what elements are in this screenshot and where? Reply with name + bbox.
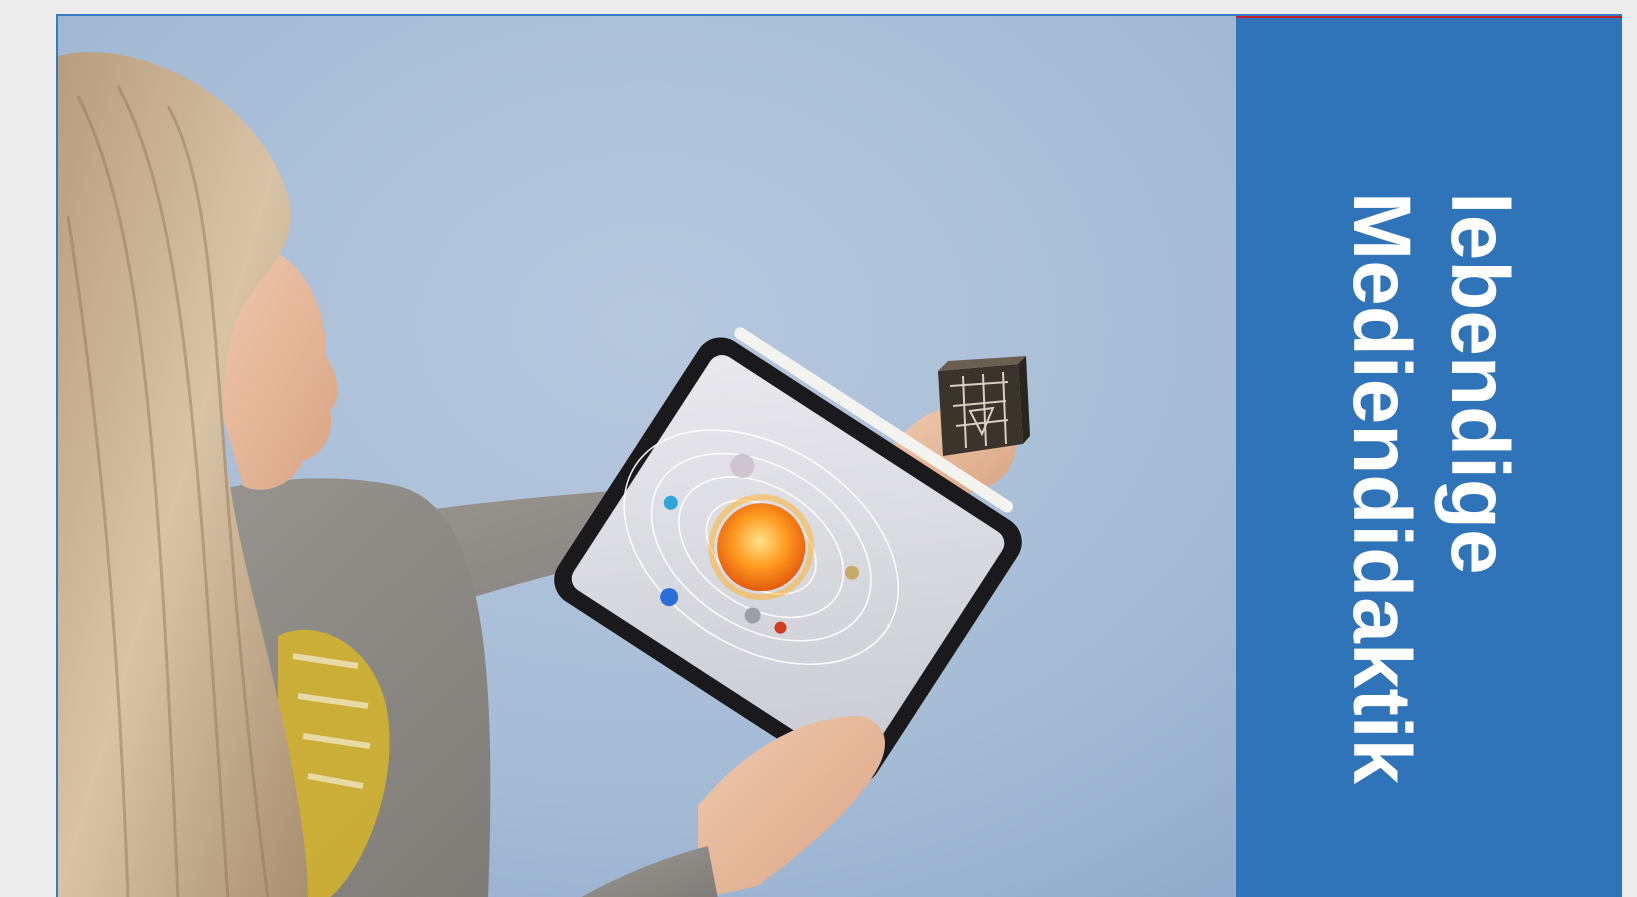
banner-title: lebendige Mediendidaktik (1332, 192, 1528, 784)
title-banner: lebendige Mediendidaktik (1236, 16, 1622, 897)
banner-title-line1: lebendige (1433, 191, 1525, 575)
slide: lebendige Mediendidaktik (56, 14, 1622, 897)
photo-illustration (58, 16, 1236, 897)
banner-title-line2: Mediendidaktik (1335, 191, 1427, 785)
photo (58, 16, 1236, 897)
merge-cube (938, 356, 1030, 456)
